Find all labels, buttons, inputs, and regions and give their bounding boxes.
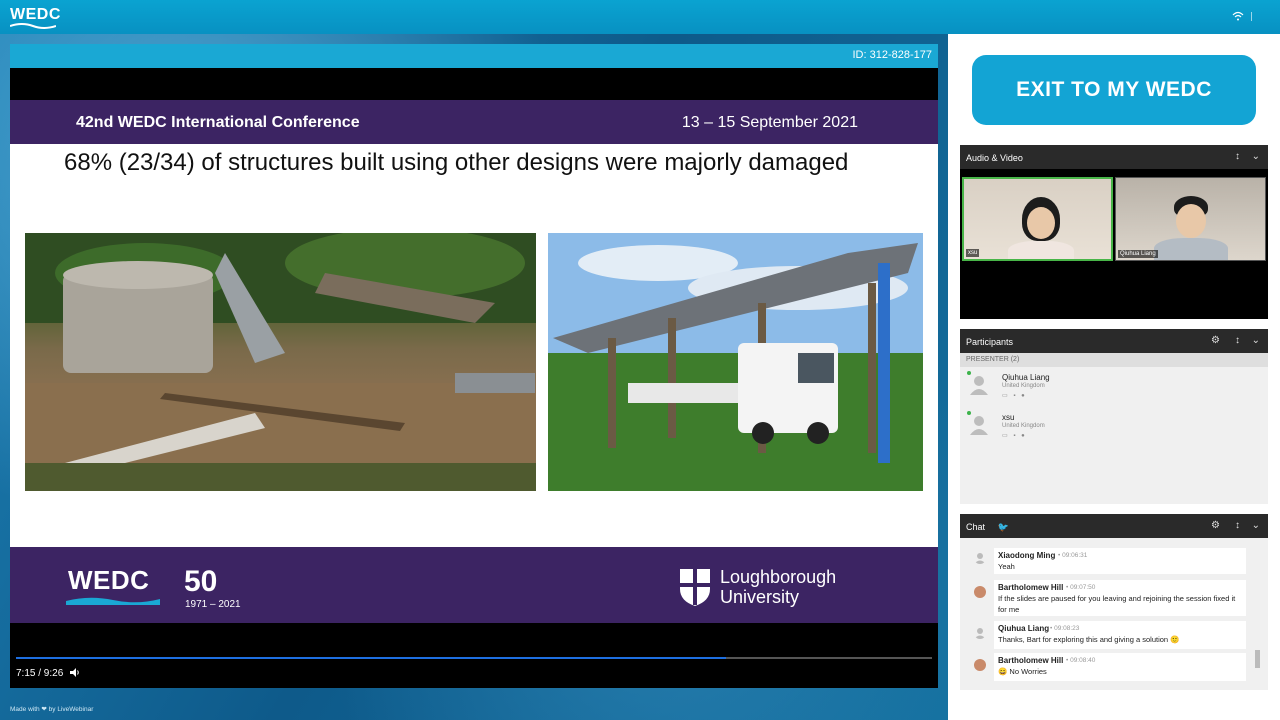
video-tile[interactable]: xsu [962,177,1113,261]
gear-icon[interactable]: ⚙ [1211,520,1220,531]
avatar [974,659,986,671]
chevron-down-icon[interactable]: ⌄ [1252,151,1260,162]
slide-body-text: 68% (23/34) of structures built using ot… [64,149,849,176]
chat-sender: Qiuhua Liang [998,624,1050,633]
chat-text: Yeah [998,562,1015,571]
chat-time: • 09:08:40 [1066,657,1096,664]
video-tile-label: Qiuhua Liang [1118,250,1158,258]
chat-time: • 09:06:31 [1058,552,1088,559]
chat-time: • 09:08:23 [1050,625,1080,632]
university-crest-icon [680,569,710,606]
device-icons: ▭ ▪ ● [1002,433,1027,439]
chat-message: Xiaodong Ming • 09:06:31 Yeah [994,548,1246,574]
chat-message: Qiuhua Liang • 09:08:23 Thanks, Bart for… [994,621,1246,649]
pin-icon[interactable]: ↕ [1235,520,1240,531]
participant-name: Qiuhua Liang [1002,373,1050,382]
chat-scrollbar[interactable] [1255,542,1260,682]
chevron-down-icon[interactable]: ⌄ [1252,335,1260,346]
progress-bar[interactable] [16,657,932,659]
participant-row[interactable]: Qiuhua Liang United Kingdom ▭ ▪ ● [960,367,1268,407]
chat-panel: Chat 🐦 ⚙ ↕ ⌄ Xiaodong Ming • 09:06:31 Ye… [960,514,1268,690]
pin-icon[interactable]: ↕ [1235,151,1240,162]
chat-title: Chat [966,522,986,532]
playback-time: 7:15 / 9:26 [16,668,64,679]
anniversary-50: 50 [184,565,218,598]
avatar-icon [970,376,988,395]
university-name-line2: University [720,587,800,607]
video-tile-label: xsu [966,249,980,257]
wedc-footer-logo: WEDC [68,565,150,595]
video-grid: xsu Qiuhua Liang [960,169,1268,319]
participants-title: Participants [966,337,1014,347]
exit-to-my-wedc-button[interactable]: EXIT TO MY WEDC [972,55,1256,125]
damaged-structure-photo [25,233,536,491]
device-icons: ▭ ▪ ● [1002,393,1027,399]
conference-date: 13 – 15 September 2021 [681,114,858,131]
presentation-slide: 42nd WEDC International Conference 13 – … [10,100,938,623]
chat-message: Bartholomew Hill • 09:08:40 😄 No Worries [994,653,1246,681]
chat-sender: Bartholomew Hill [998,583,1064,592]
participant-row[interactable]: xsu United Kingdom ▭ ▪ ● [960,407,1268,447]
conference-title: 42nd WEDC International Conference [76,114,360,131]
avatar-icon [974,553,986,564]
meeting-id: ID: 312-828-177 [852,49,933,61]
chat-sender: Xiaodong Ming [998,551,1056,560]
chat-text: 😄 No Worries [998,667,1047,676]
top-bar: WEDC [0,0,1280,34]
divider [1251,12,1252,21]
chat-messages[interactable]: Xiaodong Ming • 09:06:31 Yeah Bartholome… [960,538,1268,690]
gear-icon[interactable]: ⚙ [1211,335,1220,346]
emoji-icon[interactable]: 🐦 [998,522,1009,532]
slide-header: 42nd WEDC International Conference 13 – … [10,100,938,144]
university-name: Loughborough University [720,567,836,607]
video-tile[interactable]: Qiuhua Liang [1115,177,1266,261]
chat-header: Chat 🐦 ⚙ ↕ ⌄ [960,514,1268,538]
participant-name: xsu [1002,413,1015,422]
wifi-icon [1232,11,1244,21]
presenter-section-label: PRESENTER (2) [960,353,1268,367]
chat-text: Thanks, Bart for exploring this and givi… [998,635,1180,644]
avatar-icon [974,628,986,639]
sidebar: EXIT TO MY WEDC Audio & Video ↕ ⌄ xsu Qi… [948,34,1280,720]
pin-icon[interactable]: ↕ [1235,335,1240,346]
volume-icon[interactable] [70,668,80,677]
audio-video-header: Audio & Video ↕ ⌄ [960,145,1268,169]
avatar-icon [970,416,988,435]
video-player[interactable]: ID: 312-828-177 42nd WEDC International … [10,44,938,688]
avatar [974,586,986,598]
chat-time: • 09:07:50 [1066,584,1096,591]
chat-sender: Bartholomew Hill [998,656,1064,665]
scrollbar-thumb[interactable] [1255,650,1260,668]
wedc-logo[interactable]: WEDC [10,6,61,29]
made-with-credit[interactable]: Made with ❤ by LiveWebinar [10,705,93,713]
audio-video-title: Audio & Video [966,153,1023,163]
university-name-line1: Loughborough [720,567,837,587]
player-top-bar: ID: 312-828-177 [10,44,938,68]
participant-country: United Kingdom [1002,383,1045,389]
participants-header: Participants ⚙ ↕ ⌄ [960,329,1268,353]
wave-icon [66,597,160,605]
audio-video-panel: Audio & Video ↕ ⌄ xsu Qiuhua Liang [960,145,1268,319]
anniversary-years: 1971 – 2021 [185,599,241,610]
chat-message: Bartholomew Hill • 09:07:50 If the slide… [994,580,1246,616]
participants-panel: Participants ⚙ ↕ ⌄ PRESENTER (2) Qiuhua … [960,329,1268,504]
chevron-down-icon[interactable]: ⌄ [1252,520,1260,531]
participant-country: United Kingdom [1002,423,1045,429]
truck-shelter-photo [548,233,923,491]
slide-footer: WEDC 50 1971 – 2021 Loughborough Univers… [10,547,938,623]
player-controls: 7:15 / 9:26 [10,656,938,688]
chat-text: If the slides are paused for you leaving… [998,594,1236,614]
progress-fill [16,657,726,659]
